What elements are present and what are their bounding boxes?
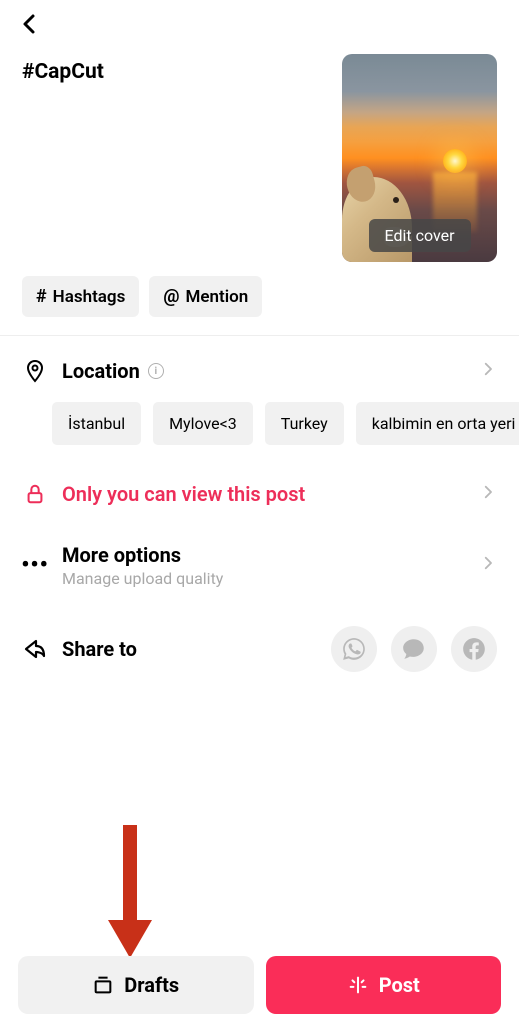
more-icon: •••: [22, 553, 48, 579]
share-to-title: Share to: [62, 637, 317, 661]
hashtag-icon: #: [36, 286, 47, 307]
privacy-row[interactable]: Only you can view this post: [0, 463, 519, 525]
drafts-button-label: Drafts: [124, 973, 179, 997]
chevron-right-icon: [479, 553, 497, 578]
location-icon: [22, 358, 48, 384]
edit-cover-button[interactable]: Edit cover: [369, 219, 471, 252]
more-options-row[interactable]: ••• More options Manage upload quality: [0, 525, 519, 606]
post-icon: [347, 974, 369, 996]
lock-icon: [22, 481, 48, 507]
privacy-title: Only you can view this post: [62, 482, 465, 506]
mention-icon: @: [163, 286, 179, 307]
more-options-subtitle: Manage upload quality: [62, 569, 465, 588]
cover-preview[interactable]: Edit cover: [342, 54, 497, 262]
info-icon: i: [148, 363, 164, 379]
mention-chip[interactable]: @ Mention: [149, 276, 262, 317]
back-icon[interactable]: [18, 12, 42, 36]
hashtags-chip-label: Hashtags: [53, 287, 126, 307]
more-options-title: More options: [62, 543, 465, 567]
location-suggestion[interactable]: kalbimin en orta yeri: [356, 402, 519, 445]
share-whatsapp-icon[interactable]: [331, 626, 377, 672]
share-comment-icon[interactable]: [391, 626, 437, 672]
annotation-arrow: [100, 820, 160, 960]
chevron-right-icon: [479, 482, 497, 507]
share-facebook-icon[interactable]: [451, 626, 497, 672]
location-suggestion[interactable]: İstanbul: [52, 402, 141, 445]
mention-chip-label: Mention: [185, 287, 248, 307]
location-title: Location: [62, 359, 140, 383]
post-button[interactable]: Post: [266, 956, 502, 1014]
caption-input[interactable]: #CapCut: [22, 54, 326, 266]
location-row[interactable]: Location i: [0, 340, 519, 402]
drafts-icon: [92, 974, 114, 996]
location-suggestion[interactable]: Turkey: [265, 402, 344, 445]
location-suggestion[interactable]: Mylove<3: [153, 402, 253, 445]
hashtags-chip[interactable]: # Hashtags: [22, 276, 139, 317]
drafts-button[interactable]: Drafts: [18, 956, 254, 1014]
share-icon: [22, 636, 48, 662]
chevron-right-icon: [479, 359, 497, 384]
post-button-label: Post: [379, 973, 420, 997]
